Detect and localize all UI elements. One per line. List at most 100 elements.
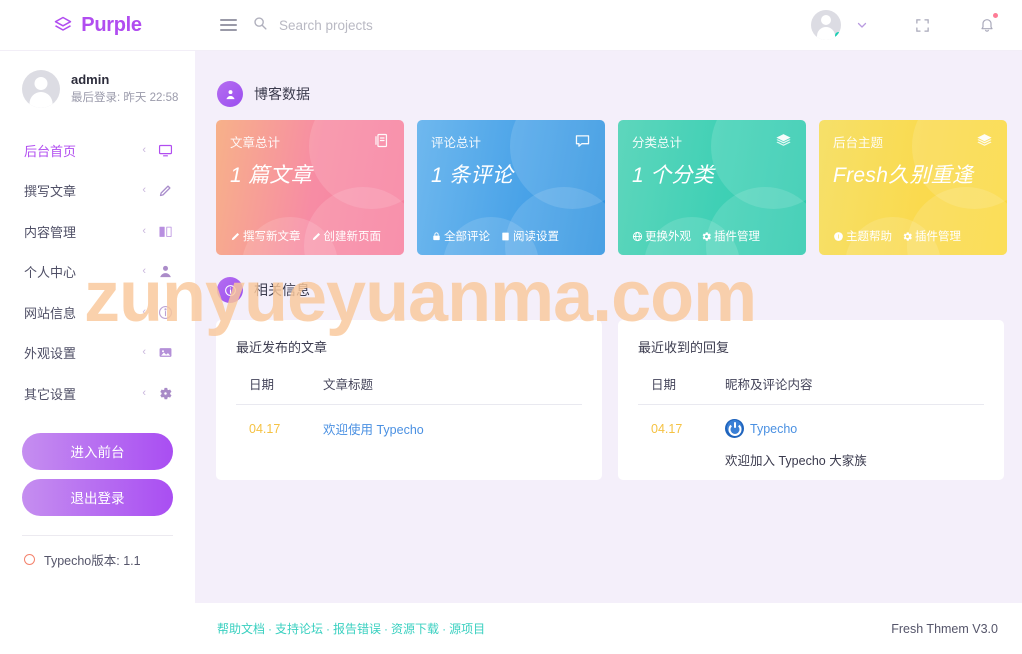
card-link-theme-help[interactable]: i 主题帮助 [833,228,892,244]
card-title: 评论总计 [431,132,574,151]
sidebar-item-appearance[interactable]: 外观设置 ‹ [0,333,195,374]
chevron-left-icon: ‹ [142,347,146,358]
svg-text:i: i [838,234,839,240]
chevron-down-icon[interactable] [852,15,872,35]
documents-icon [373,132,390,154]
footer-link-report-bug[interactable]: 报告错误 [333,622,381,636]
comment-author-link[interactable]: Typecho [750,422,797,436]
card-links: 更换外观 插件管理 [632,228,760,244]
footer: 帮助文档·支持论坛·报告错误·资源下载·源项目 Fresh Thmem V3.0 [195,603,1022,654]
pencil-icon [157,183,173,199]
card-links: 撰写新文章 创建新页面 [230,228,381,244]
section-header-related-info: 相关信息 [195,255,1022,303]
header-left-group [195,14,811,36]
post-title-link[interactable]: 欢迎使用 Typecho [323,423,424,437]
recent-posts-panel: 最近发布的文章 日期 文章标题 04.17 欢迎使用 Typecho [216,320,602,480]
section-title: 博客数据 [254,84,310,104]
sidebar-item-othersettings[interactable]: 其它设置 ‹ [0,373,195,414]
sidebar-profile[interactable]: admin 最后登录: 昨天 22:58 [0,62,195,108]
footer-separator: · [326,622,330,636]
card-link-plugin-manage[interactable]: 插件管理 [701,228,760,244]
footer-link-downloads[interactable]: 资源下载 [391,622,439,636]
section-title: 相关信息 [254,280,310,300]
panel-title: 最近收到的回复 [638,337,984,356]
gear-icon [157,385,173,401]
card-title: 分类总计 [632,132,775,151]
sidebar-item-label: 撰写文章 [24,181,142,200]
card-title: 文章总计 [230,132,373,151]
info-badge-icon [217,277,243,303]
chevron-left-icon: ‹ [142,226,146,237]
notification-dot [993,13,998,18]
bell-icon[interactable] [976,14,998,36]
card-link-label: 全部评论 [444,228,490,244]
card-link-change-theme[interactable]: 更换外观 [632,228,691,244]
stat-card-posts[interactable]: 文章总计 1 篇文章 撰写新文章 [216,120,404,255]
top-header: Purple [0,0,1022,51]
chevron-left-icon: ‹ [142,145,146,156]
stat-card-theme[interactable]: 后台主题 Fresh久别重逢 i 主题帮助 [819,120,1007,255]
layers-icon [775,132,792,154]
search-area[interactable] [253,16,509,35]
footer-separator: · [268,622,272,636]
sidebar-item-profile[interactable]: 个人中心 ‹ [0,252,195,293]
card-title: 后台主题 [833,132,976,151]
table-header: 日期 昵称及评论内容 [638,374,984,393]
column-header-title: 文章标题 [323,374,582,393]
sidebar-item-label: 后台首页 [24,141,142,160]
sidebar-item-write[interactable]: 撰写文章 ‹ [0,171,195,212]
brand-logo-area[interactable]: Purple [0,0,195,51]
sidebar-item-label: 网站信息 [24,303,142,322]
footer-link-help-docs[interactable]: 帮助文档 [217,622,265,636]
recent-comments-panel: 最近收到的回复 日期 昵称及评论内容 04.17 Typecho 欢迎加入 Ty… [618,320,1004,480]
footer-link-support-forum[interactable]: 支持论坛 [275,622,323,636]
fullscreen-icon[interactable] [911,14,933,36]
card-link-label: 创建新页面 [324,228,382,244]
decor-circle [304,187,404,255]
decor-circle [907,187,1007,255]
hamburger-icon[interactable] [217,14,239,36]
card-links: 全部评论 阅读设置 [431,228,559,244]
info-icon [157,304,173,320]
online-status-dot [835,32,841,39]
sidebar-item-label: 外观设置 [24,343,142,362]
footer-theme-version: Fresh Thmem V3.0 [891,622,1022,636]
version-row: Typecho版本: 1.1 [0,536,195,569]
chevron-left-icon: ‹ [142,266,146,277]
goto-frontend-button[interactable]: 进入前台 [22,433,173,470]
stat-card-categories[interactable]: 分类总计 1 个分类 更换外观 [618,120,806,255]
card-link-reading-settings[interactable]: 阅读设置 [500,228,559,244]
stat-card-comments[interactable]: 评论总计 1 条评论 全部评论 阅读设置 [417,120,605,255]
table-row: 04.17 欢迎使用 Typecho [236,405,582,439]
sidebar-item-content[interactable]: 内容管理 ‹ [0,211,195,252]
card-links: i 主题帮助 插件管理 [833,228,961,244]
avatar[interactable] [811,10,841,40]
card-link-new-page[interactable]: 创建新页面 [311,228,382,244]
comment-date: 04.17 [638,419,725,469]
decor-circle [706,187,806,255]
chevron-left-icon: ‹ [142,185,146,196]
card-value: 1 篇文章 [230,159,390,189]
footer-links: 帮助文档·支持论坛·报告错误·资源下载·源项目 [195,620,891,637]
card-link-all-comments[interactable]: 全部评论 [431,228,490,244]
logout-button[interactable]: 退出登录 [22,479,173,516]
card-link-write-post[interactable]: 撰写新文章 [230,228,301,244]
profile-name: admin [71,71,178,89]
panel-title: 最近发布的文章 [236,337,582,356]
sidebar: admin 最后登录: 昨天 22:58 后台首页 ‹ 撰写文章 ‹ [0,51,195,654]
card-value: Fresh久别重逢 [833,159,993,189]
sidebar-item-siteinfo[interactable]: 网站信息 ‹ [0,292,195,333]
book-icon [157,223,173,239]
column-header-nickname-content: 昵称及评论内容 [725,374,984,393]
search-input[interactable] [279,18,509,33]
chevron-left-icon: ‹ [142,307,146,318]
typecho-logo-icon [24,554,35,565]
comment-author-row: Typecho [725,419,984,438]
search-icon [253,16,267,35]
profile-last-login: 最后登录: 昨天 22:58 [71,90,178,107]
sidebar-item-dashboard[interactable]: 后台首页 ‹ [0,130,195,171]
footer-link-source-project[interactable]: 源项目 [449,622,485,636]
card-link-plugin-manage[interactable]: 插件管理 [902,228,961,244]
admin-dashboard: Purple [0,0,1022,654]
chevron-left-icon: ‹ [142,388,146,399]
